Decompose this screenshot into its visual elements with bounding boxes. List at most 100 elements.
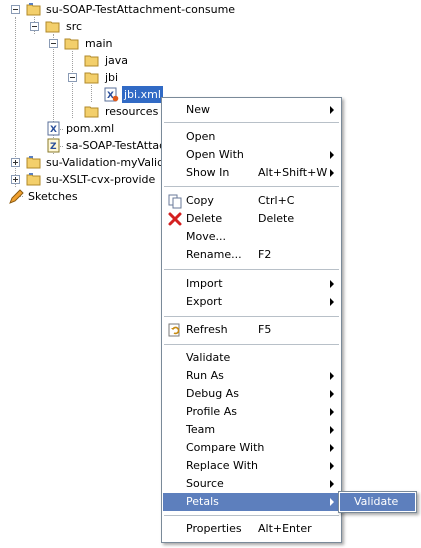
menu-item-refresh[interactable]: Refresh F5 [163, 321, 340, 339]
tree-item-label: resources [105, 105, 159, 118]
expand-toggle[interactable] [11, 158, 20, 167]
tree-item-jbi[interactable]: jbi [0, 69, 130, 86]
menu-item-label: Source [186, 477, 224, 490]
tree-item-sketches[interactable]: Sketches [0, 188, 100, 205]
menu-item-open[interactable]: Open [163, 128, 340, 146]
tree-item-label: src [66, 20, 83, 33]
menu-item-export[interactable]: Export [163, 293, 340, 311]
tree-item-sa-soap-testattac[interactable]: Z sa-SOAP-TestAttac [0, 137, 165, 154]
tree-item-label: su-Validation-myValidati [46, 156, 179, 169]
tree-item-label: su-SOAP-TestAttachment-consume [46, 3, 236, 16]
tree-item-label: jbi.xml [122, 86, 163, 103]
collapse-toggle[interactable] [49, 39, 58, 48]
collapse-toggle[interactable] [30, 22, 39, 31]
menu-item-copy[interactable]: Copy Ctrl+C [163, 192, 340, 210]
collapse-toggle[interactable] [11, 5, 20, 14]
tree-item-src[interactable]: src [0, 18, 120, 35]
menu-item-label: Run As [186, 369, 224, 382]
delete-icon [168, 212, 182, 226]
tree-item-label: su-XSLT-cvx-provide [46, 173, 156, 186]
menu-item-label: Validate [354, 495, 399, 508]
collapse-toggle[interactable] [68, 73, 77, 82]
tree-item-main[interactable]: main [0, 35, 130, 52]
tree-item-jbi-xml[interactable]: X jbi.xml [0, 86, 170, 103]
tree-item-label: sa-SOAP-TestAttac [66, 139, 166, 152]
menu-item-new[interactable]: New [163, 101, 340, 119]
tree-item-label: Sketches [28, 190, 78, 203]
folder-icon [84, 55, 99, 67]
menu-item-label: Validate [186, 351, 231, 364]
menu-item-shortcut: Delete [258, 212, 295, 225]
menu-separator [164, 316, 339, 317]
zip-archive-icon: Z [47, 138, 60, 153]
tree-item-label: pom.xml [66, 122, 115, 135]
submenu-item-validate[interactable]: Validate [340, 493, 415, 511]
menu-separator [164, 269, 339, 270]
svg-text:Z: Z [50, 142, 57, 152]
menu-item-label: Import [186, 277, 223, 290]
menu-item-compare-with[interactable]: Compare With [163, 439, 340, 457]
tree-item-java[interactable]: java [0, 52, 140, 69]
project-folder-icon [26, 173, 41, 186]
menu-item-shortcut: F2 [258, 248, 272, 261]
menu-item-label: Team [186, 423, 216, 436]
tree-item-su-xslt-cvx-provide[interactable]: su-XSLT-cvx-provide [0, 171, 160, 188]
menu-separator [164, 122, 339, 123]
project-folder-icon [26, 156, 41, 169]
menu-item-properties[interactable]: Properties Alt+Enter [163, 520, 340, 538]
submenu-arrow-icon [330, 498, 334, 506]
tree-item-pom-xml[interactable]: X pom.xml [0, 120, 150, 137]
project-folder-icon [26, 3, 41, 16]
menu-item-label: Petals [186, 495, 219, 508]
submenu-arrow-icon [330, 372, 334, 380]
menu-item-move[interactable]: Move... [163, 228, 340, 246]
menu-item-run-as[interactable]: Run As [163, 367, 340, 385]
svg-text:X: X [50, 125, 57, 135]
tree-item-su-validation[interactable]: su-Validation-myValidati [0, 154, 178, 171]
folder-open-icon [84, 72, 99, 84]
menu-item-label: Replace With [186, 459, 258, 472]
petals-submenu: Validate [338, 491, 417, 513]
tree-item-resources[interactable]: resources [0, 103, 160, 120]
menu-item-validate[interactable]: Validate [163, 349, 340, 367]
menu-item-label: Move... [186, 230, 226, 243]
submenu-arrow-icon [330, 462, 334, 470]
menu-item-replace-with[interactable]: Replace With [163, 457, 340, 475]
xml-file-icon: X [47, 121, 60, 136]
submenu-arrow-icon [330, 151, 334, 159]
menu-item-source[interactable]: Source [163, 475, 340, 493]
menu-separator [164, 344, 339, 345]
menu-item-petals[interactable]: Petals [163, 493, 340, 511]
menu-item-import[interactable]: Import [163, 275, 340, 293]
submenu-arrow-icon [330, 280, 334, 288]
folder-open-icon [64, 38, 79, 50]
menu-item-label: New [186, 103, 210, 116]
folder-icon [84, 106, 99, 118]
menu-item-profile-as[interactable]: Profile As [163, 403, 340, 421]
menu-item-open-with[interactable]: Open With [163, 146, 340, 164]
submenu-arrow-icon [330, 426, 334, 434]
refresh-icon [168, 323, 180, 337]
menu-item-delete[interactable]: Delete Delete [163, 210, 340, 228]
menu-item-label: Copy [186, 194, 214, 207]
menu-item-label: Profile As [186, 405, 237, 418]
menu-item-shortcut: Alt+Enter [258, 522, 312, 535]
submenu-arrow-icon [330, 390, 334, 398]
menu-separator [164, 515, 339, 516]
submenu-arrow-icon [330, 106, 334, 114]
submenu-arrow-icon [330, 444, 334, 452]
menu-item-label: Delete [186, 212, 223, 225]
menu-item-label: Show In [186, 166, 230, 179]
menu-item-rename[interactable]: Rename... F2 [163, 246, 340, 264]
menu-item-debug-as[interactable]: Debug As [163, 385, 340, 403]
menu-separator [164, 186, 339, 187]
tree-item-label: java [105, 54, 129, 67]
menu-item-shortcut: F5 [258, 323, 272, 336]
menu-item-show-in[interactable]: Show In Alt+Shift+W [163, 164, 340, 182]
menu-item-shortcut: Alt+Shift+W [258, 166, 328, 179]
expand-toggle[interactable] [11, 175, 20, 184]
menu-item-team[interactable]: Team [163, 421, 340, 439]
context-menu: New Open Open With Show In Alt+Shift+W C… [161, 97, 342, 543]
tree-item-su-soap-testattachment-consume[interactable]: su-SOAP-TestAttachment-consume [0, 1, 240, 18]
submenu-arrow-icon [330, 169, 334, 177]
